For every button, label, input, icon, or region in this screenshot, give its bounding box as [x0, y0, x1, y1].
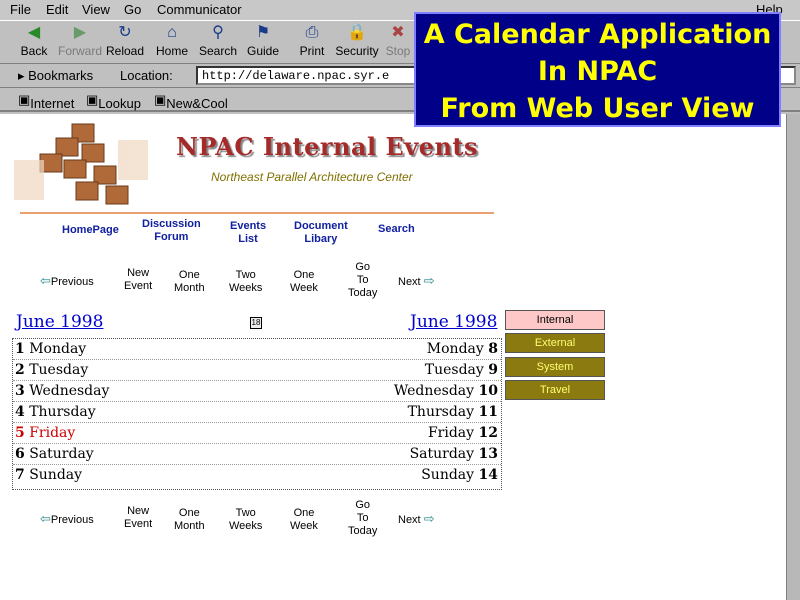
nav-document-library-link[interactable]: Document Libary — [294, 220, 348, 246]
header-divider — [20, 212, 494, 214]
day-row: 3 Wednesday Wednesday 10 — [13, 381, 501, 402]
one-week-button-top[interactable]: One Week — [290, 269, 318, 295]
bookmark-newcool[interactable]: ▣ New&Cool — [154, 92, 228, 111]
one-month-button-top[interactable]: One Month — [174, 269, 205, 295]
nav-search-link[interactable]: Search — [378, 223, 415, 236]
bookmark-internet[interactable]: ▣ Internet — [18, 92, 74, 111]
day-row: 4 Thursday Thursday 11 — [13, 402, 501, 423]
page-title: NPAC Internal Events — [176, 132, 479, 161]
browser-window: File Edit View Go Communicator Help ◀ Bac… — [0, 0, 800, 600]
page-content: NPAC Internal Events Northeast Parallel … — [0, 114, 786, 600]
go-to-today-button-bottom[interactable]: Go To Today — [348, 499, 377, 538]
search-icon: ⚲ — [212, 24, 224, 41]
guide-button[interactable]: ⚑ Guide — [241, 23, 285, 63]
stop-button[interactable]: ✖ Stop — [382, 23, 414, 63]
calendar-small-icon[interactable]: 18 — [250, 317, 262, 329]
npac-logo — [14, 123, 148, 205]
category-system-button[interactable]: System — [505, 357, 605, 377]
forward-button[interactable]: ▶ Forward — [58, 23, 102, 63]
menu-communicator[interactable]: Communicator — [157, 2, 242, 17]
stop-icon: ✖ — [391, 24, 405, 41]
go-to-today-button-top[interactable]: Go To Today — [348, 261, 377, 300]
menu-edit[interactable]: Edit — [46, 2, 68, 17]
security-button[interactable]: 🔒 Security — [334, 23, 380, 63]
day-row: 1 Monday Monday 8 — [13, 339, 501, 360]
next-button-top[interactable]: Next ⇨ — [398, 274, 435, 289]
reload-icon: ↻ — [118, 24, 132, 41]
menu-view[interactable]: View — [82, 2, 110, 17]
right-arrow-icon: ⇨ — [423, 273, 435, 288]
lock-icon: 🔒 — [347, 24, 367, 41]
menu-file[interactable]: File — [10, 2, 31, 17]
two-weeks-button-top[interactable]: Two Weeks — [229, 269, 262, 295]
day-row-today: 5 Friday Friday 12 — [13, 423, 501, 444]
home-icon: ⌂ — [167, 24, 177, 41]
left-arrow-icon: ⇦ — [40, 273, 51, 288]
two-weeks-button-bottom[interactable]: Two Weeks — [229, 507, 262, 533]
printer-icon: ⎙ — [305, 24, 319, 41]
menu-go[interactable]: Go — [124, 2, 141, 17]
search-button[interactable]: ⚲ Search — [196, 23, 240, 63]
guide-icon: ⚑ — [255, 24, 271, 41]
week-days-table: 1 Monday Monday 8 2 Tuesday Tuesday 9 3 We… — [12, 338, 502, 490]
category-internal-button[interactable]: Internal — [505, 310, 605, 330]
day-row: 7 Sunday Sunday 14 — [15, 467, 498, 483]
right-arrow-icon: ⇨ — [423, 511, 435, 526]
month-link-right[interactable]: June 1998 — [410, 312, 497, 332]
back-arrow-icon: ◀ — [27, 24, 41, 41]
bookmark-lookup[interactable]: ▣ Lookup — [86, 92, 141, 111]
nav-events-list-link[interactable]: Events List — [230, 220, 266, 246]
logo-blocks — [39, 123, 129, 205]
page-subtitle: Northeast Parallel Architecture Center — [211, 170, 413, 184]
day-row: 6 Saturday Saturday 13 — [13, 444, 501, 465]
previous-button-bottom[interactable]: ⇦Previous — [40, 512, 94, 527]
category-travel-button[interactable]: Travel — [505, 380, 605, 400]
home-button[interactable]: ⌂ Home — [150, 23, 194, 63]
forward-arrow-icon: ▶ — [73, 24, 87, 41]
one-week-button-bottom[interactable]: One Week — [290, 507, 318, 533]
new-event-button-bottom[interactable]: New Event — [124, 505, 152, 531]
next-button-bottom[interactable]: Next ⇨ — [398, 512, 435, 527]
category-external-button[interactable]: External — [505, 333, 605, 353]
vertical-scrollbar[interactable] — [786, 114, 800, 600]
new-event-button-top[interactable]: New Event — [124, 267, 152, 293]
nav-homepage-link[interactable]: HomePage — [62, 224, 119, 237]
slide-title-overlay: A Calendar Application In NPAC From Web … — [414, 12, 781, 127]
bookmarks-button[interactable]: ▸ Bookmarks — [18, 68, 93, 84]
print-button[interactable]: ⎙ Print — [290, 23, 334, 63]
month-link-left[interactable]: June 1998 — [16, 312, 103, 332]
nav-discussion-forum-link[interactable]: Discussion Forum — [142, 218, 201, 244]
reload-button[interactable]: ↻ Reload — [103, 23, 147, 63]
one-month-button-bottom[interactable]: One Month — [174, 507, 205, 533]
previous-button-top[interactable]: ⇦Previous — [40, 274, 94, 289]
left-arrow-icon: ⇦ — [40, 511, 51, 526]
day-row: 2 Tuesday Tuesday 9 — [13, 360, 501, 381]
location-label: Location: — [120, 68, 173, 83]
back-button[interactable]: ◀ Back — [12, 23, 56, 63]
